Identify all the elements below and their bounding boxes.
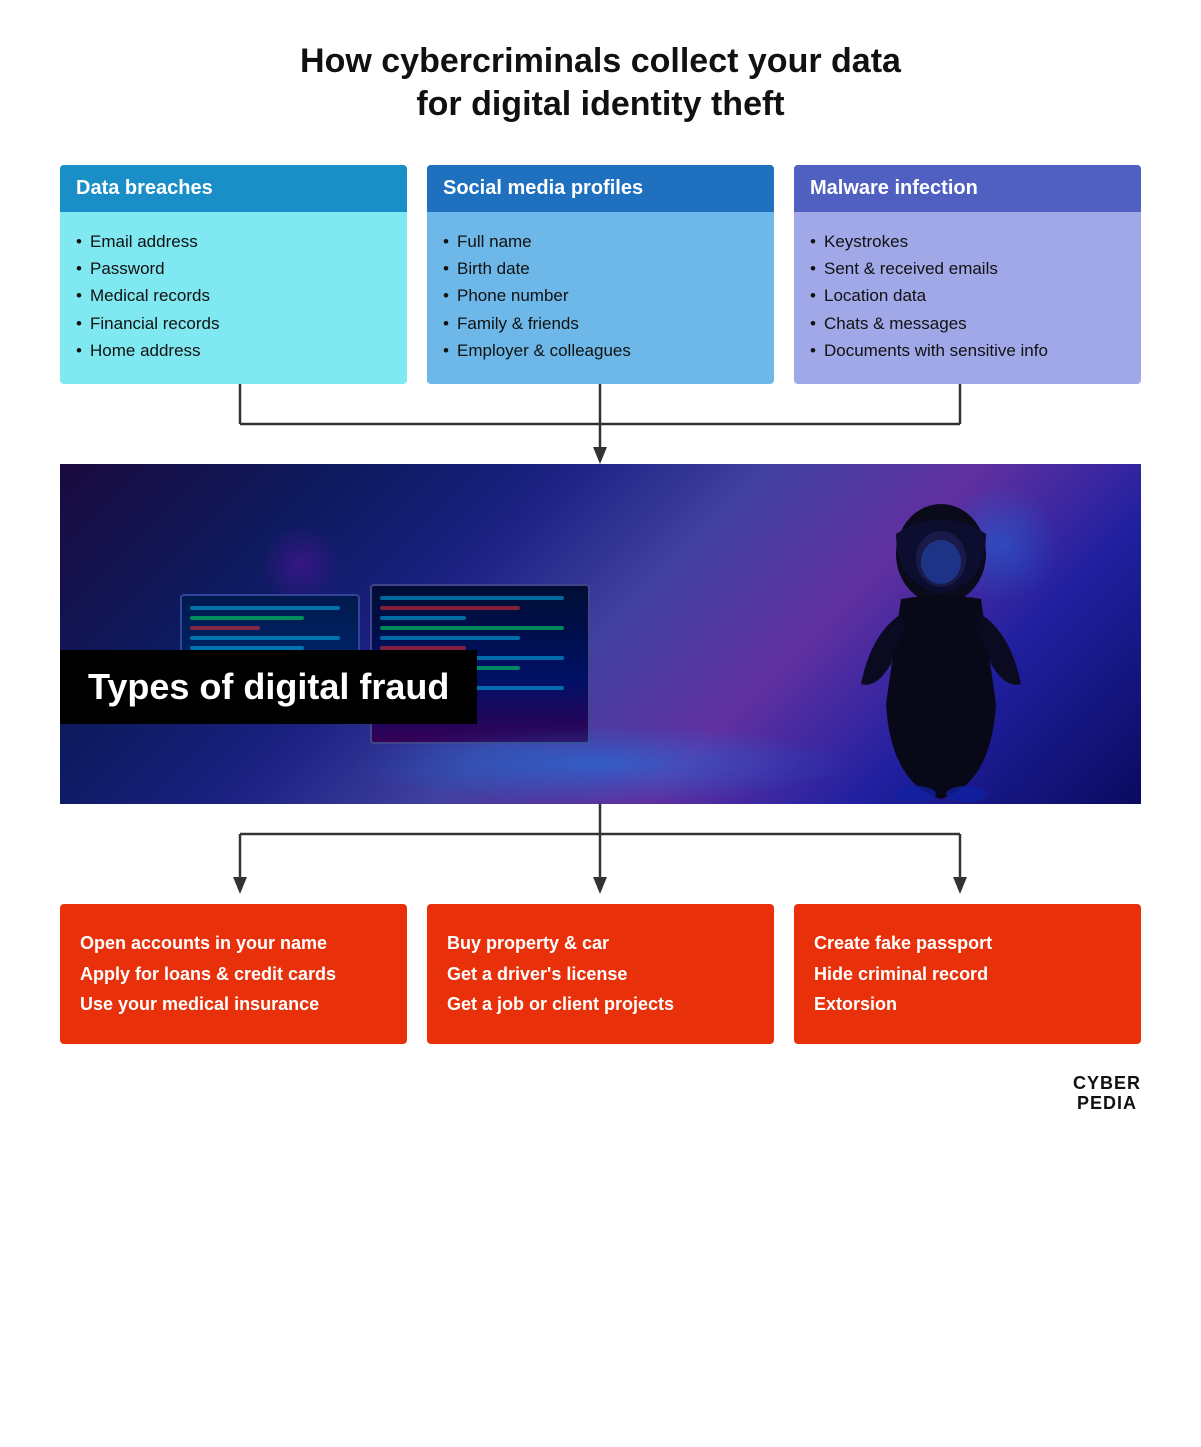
- identity-fraud-box: Buy property & car Get a driver's licens…: [427, 904, 774, 1044]
- list-item: Location data: [810, 282, 1125, 309]
- data-breaches-body: Email address Password Medical records F…: [60, 224, 407, 368]
- hacker-image-section: Types of digital fraud: [60, 464, 1141, 804]
- list-item: Birth date: [443, 255, 758, 282]
- list-item: Open accounts in your name: [80, 928, 387, 959]
- top-boxes-container: Data breaches Email address Password Med…: [60, 165, 1141, 384]
- top-connector: [60, 384, 1141, 464]
- malware-header: Malware infection: [794, 165, 1141, 212]
- list-item: Hide criminal record: [814, 959, 1121, 990]
- list-item: Home address: [76, 337, 391, 364]
- list-item: Documents with sensitive info: [810, 337, 1125, 364]
- list-item: Use your medical insurance: [80, 989, 387, 1020]
- social-media-box: Social media profiles Full name Birth da…: [427, 165, 774, 384]
- fraud-label-text: Types of digital fraud: [88, 666, 449, 707]
- list-item: Extorsion: [814, 989, 1121, 1020]
- malware-box: Malware infection Keystrokes Sent & rece…: [794, 165, 1141, 384]
- logo-line2: PEDIA: [1073, 1094, 1141, 1114]
- logo-line1: CYBER: [1073, 1074, 1141, 1094]
- list-item: Financial records: [76, 310, 391, 337]
- list-item: Chats & messages: [810, 310, 1125, 337]
- list-item: Password: [76, 255, 391, 282]
- fraud-label: Types of digital fraud: [60, 650, 477, 724]
- list-item: Get a job or client projects: [447, 989, 754, 1020]
- malware-body: Keystrokes Sent & received emails Locati…: [794, 224, 1141, 368]
- list-item: Sent & received emails: [810, 255, 1125, 282]
- financial-fraud-box: Open accounts in your name Apply for loa…: [60, 904, 407, 1044]
- list-item: Get a driver's license: [447, 959, 754, 990]
- list-item: Phone number: [443, 282, 758, 309]
- document-fraud-box: Create fake passport Hide criminal recor…: [794, 904, 1141, 1044]
- data-breaches-header: Data breaches: [60, 165, 407, 212]
- bottom-connector: [60, 804, 1141, 904]
- list-item: Create fake passport: [814, 928, 1121, 959]
- page-title: How cybercriminals collect your data for…: [300, 40, 901, 125]
- social-media-body: Full name Birth date Phone number Family…: [427, 224, 774, 368]
- bottom-boxes-container: Open accounts in your name Apply for loa…: [60, 904, 1141, 1044]
- list-item: Full name: [443, 228, 758, 255]
- list-item: Medical records: [76, 282, 391, 309]
- list-item: Email address: [76, 228, 391, 255]
- list-item: Family & friends: [443, 310, 758, 337]
- person-silhouette: [841, 504, 1041, 804]
- hacker-image: Types of digital fraud: [60, 464, 1141, 804]
- list-item: Apply for loans & credit cards: [80, 959, 387, 990]
- list-item: Employer & colleagues: [443, 337, 758, 364]
- data-breaches-box: Data breaches Email address Password Med…: [60, 165, 407, 384]
- list-item: Buy property & car: [447, 928, 754, 959]
- cyberpedia-logo: CYBER PEDIA: [1073, 1074, 1141, 1114]
- desk-glow: [351, 724, 851, 804]
- social-media-header: Social media profiles: [427, 165, 774, 212]
- list-item: Keystrokes: [810, 228, 1125, 255]
